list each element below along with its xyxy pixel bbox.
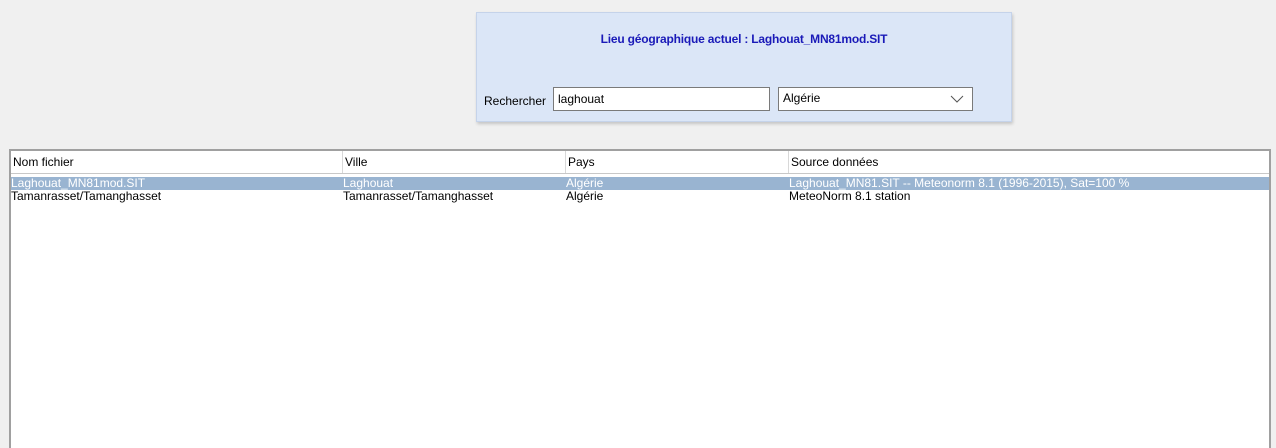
table-header: Nom fichier Ville Pays Source données [11,151,1269,174]
cell-file-name: Laghouat_MN81mod.SIT [11,177,146,190]
cell-country: Algérie [566,190,604,203]
cell-country: Algérie [566,177,604,190]
search-panel: Lieu géographique actuel : Laghouat_MN81… [476,12,1012,122]
column-header-data-source[interactable]: Source données [789,151,1269,173]
location-search-window: Lieu géographique actuel : Laghouat_MN81… [0,0,1276,448]
table-row[interactable]: Laghouat_MN81mod.SIT Laghouat Algérie La… [11,177,1269,190]
cell-city: Laghouat [343,177,394,190]
cell-data-source: MeteoNorm 8.1 station [789,190,911,203]
locations-table: Nom fichier Ville Pays Source données La… [9,149,1271,448]
table-body: Laghouat_MN81mod.SIT Laghouat Algérie La… [11,174,1269,203]
current-location-title: Lieu géographique actuel : Laghouat_MN81… [600,32,888,46]
table-row[interactable]: Tamanrasset/Tamanghasset Tamanrasset/Tam… [11,190,1269,203]
search-label: Rechercher [484,94,547,108]
cell-data-source: Laghouat_MN81.SIT -- Meteonorm 8.1 (1996… [789,177,1130,190]
cell-file-name: Tamanrasset/Tamanghasset [11,190,162,203]
column-header-file-name[interactable]: Nom fichier [11,151,343,173]
chevron-down-icon [950,95,964,103]
column-header-city[interactable]: Ville [343,151,566,173]
search-input[interactable] [553,87,770,111]
country-dropdown[interactable]: Algérie [778,87,973,111]
country-dropdown-value: Algérie [783,91,821,105]
column-header-country[interactable]: Pays [566,151,789,173]
cell-city: Tamanrasset/Tamanghasset [343,190,494,203]
